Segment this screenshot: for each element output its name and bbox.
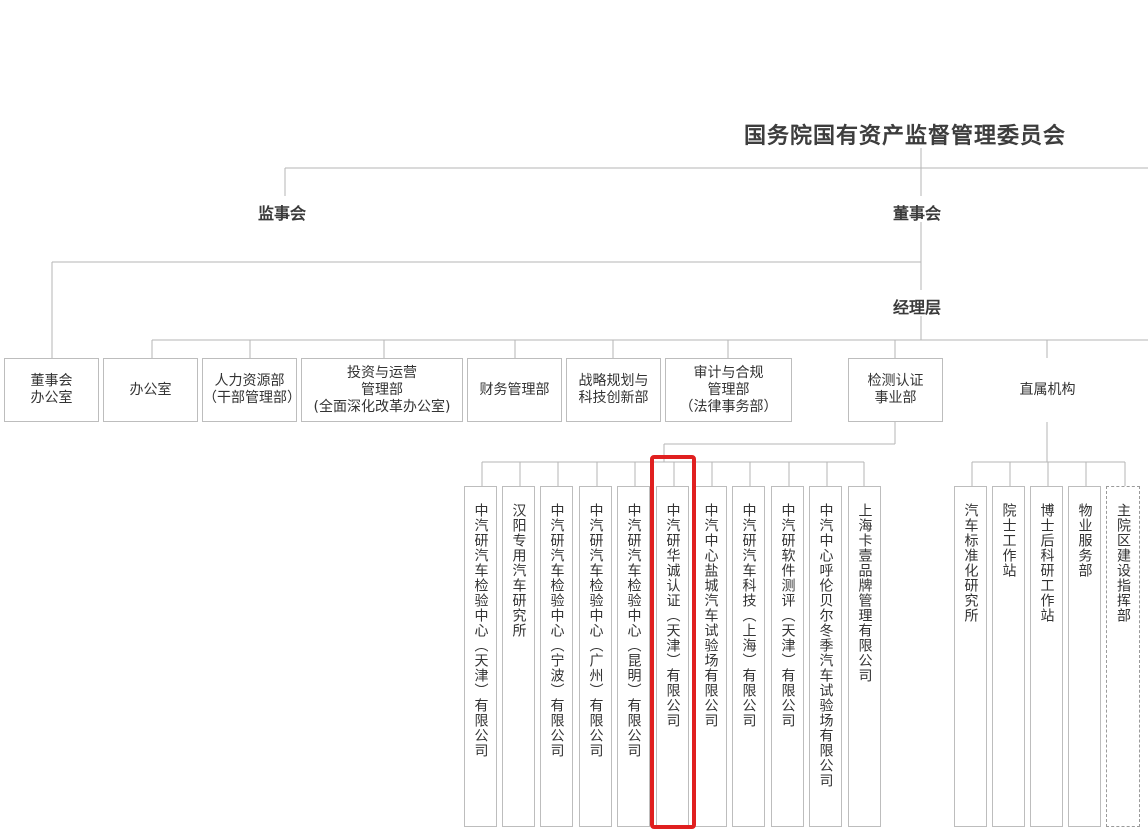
- dept-general-office: 办公室: [103, 358, 198, 422]
- direct-unit-box: 院士工作站: [992, 486, 1025, 827]
- subsidiary-name: 中汽中心盐城汽车试验场有限公司: [702, 503, 719, 728]
- subsidiary-name: 上海卡壹品牌管理有限公司: [856, 503, 873, 683]
- direct-unit-box-dotted: 主院区建设指挥部: [1106, 486, 1140, 827]
- subsidiary-box: 中汽研汽车检验中心（广州）有限公司: [579, 486, 612, 827]
- subsidiary-name: 中汽中心呼伦贝尔冬季汽车试验场有限公司: [817, 503, 834, 788]
- subsidiary-name: 中汽研软件测评（天津）有限公司: [779, 503, 796, 728]
- subsidiary-box: 中汽研汽车科技（上海）有限公司: [732, 486, 765, 827]
- direct-unit-name: 主院区建设指挥部: [1115, 503, 1131, 623]
- subsidiary-box: 中汽研汽车检验中心（昆明）有限公司: [617, 486, 650, 827]
- dept-audit-compliance: 审计与合规 管理部 （法律事务部）: [665, 358, 792, 422]
- subsidiary-box: 汉阳专用汽车研究所: [502, 486, 535, 827]
- subsidiary-name: 中汽研汽车科技（上海）有限公司: [740, 503, 757, 728]
- subsidiary-box: 中汽研汽车检验中心（宁波）有限公司: [540, 486, 573, 827]
- top-authority-title: 国务院国有资产监督管理委员会: [744, 124, 1067, 149]
- management-label: 经理层: [893, 298, 942, 317]
- subsidiary-name: 中汽研汽车检验中心（宁波）有限公司: [548, 503, 565, 758]
- dept-finance: 财务管理部: [467, 358, 562, 422]
- subsidiary-box: 中汽中心盐城汽车试验场有限公司: [694, 486, 727, 827]
- direct-unit-box: 物业服务部: [1068, 486, 1101, 827]
- direct-unit-box: 汽车标准化研究所: [954, 486, 987, 827]
- subsidiary-name: 汉阳专用汽车研究所: [510, 503, 527, 638]
- dept-board-office: 董事会 办公室: [4, 358, 99, 422]
- direct-unit-name: 物业服务部: [1076, 503, 1093, 578]
- direct-unit-box: 博士后科研工作站: [1030, 486, 1063, 827]
- dept-direct-units: 直属机构: [990, 358, 1105, 422]
- subsidiary-box: 中汽中心呼伦贝尔冬季汽车试验场有限公司: [809, 486, 842, 827]
- board-of-directors-label: 董事会: [893, 204, 942, 223]
- highlight-frame: [650, 455, 696, 829]
- dept-human-resources: 人力资源部 （干部管理部）: [202, 358, 301, 422]
- subsidiary-box: 中汽研汽车检验中心（天津）有限公司: [464, 486, 497, 827]
- direct-unit-name: 汽车标准化研究所: [962, 503, 979, 623]
- direct-unit-name: 博士后科研工作站: [1038, 503, 1055, 623]
- subsidiary-box: 上海卡壹品牌管理有限公司: [848, 486, 881, 827]
- dept-strategy-innovation: 战略规划与 科技创新部: [566, 358, 661, 422]
- subsidiary-name: 中汽研汽车检验中心（广州）有限公司: [587, 503, 604, 758]
- supervisory-board-label: 监事会: [258, 204, 307, 223]
- dept-testing-certification: 检测认证 事业部: [848, 358, 943, 422]
- subsidiary-name: 中汽研汽车检验中心（昆明）有限公司: [625, 503, 642, 758]
- subsidiary-box: 中汽研软件测评（天津）有限公司: [771, 486, 804, 827]
- dept-investment-operations: 投资与运营 管理部 (全面深化改革办公室): [301, 358, 463, 422]
- subsidiary-name: 中汽研汽车检验中心（天津）有限公司: [472, 503, 489, 758]
- direct-unit-name: 院士工作站: [1000, 503, 1017, 578]
